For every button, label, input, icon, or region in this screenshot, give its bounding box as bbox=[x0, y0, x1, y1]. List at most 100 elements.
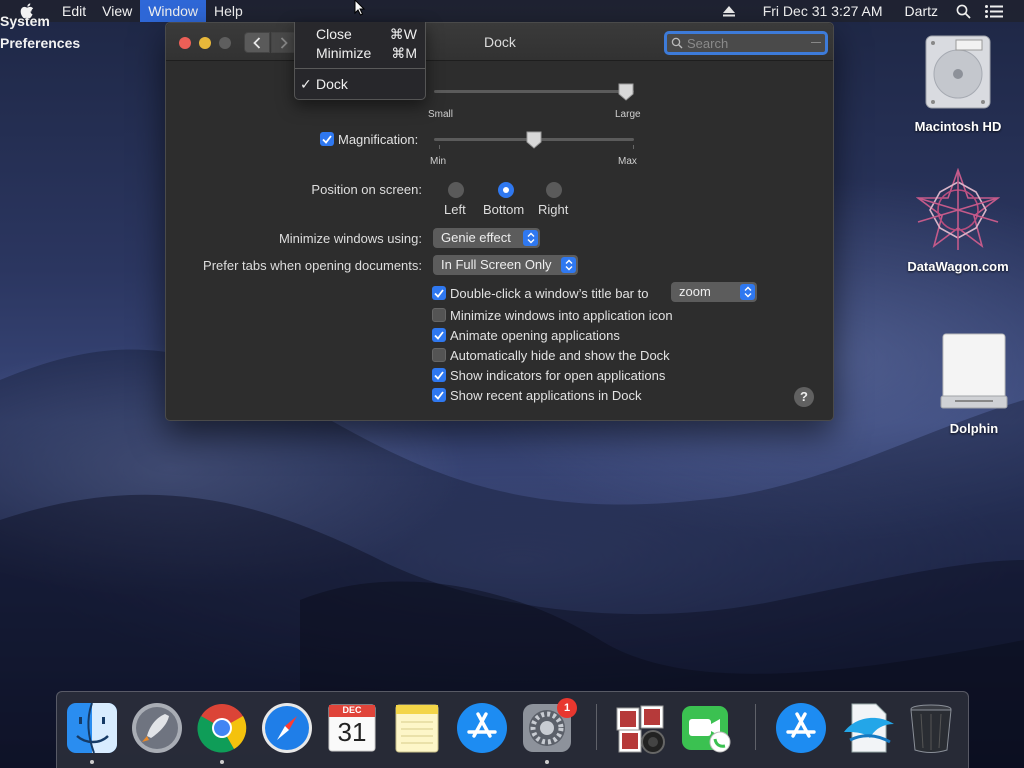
size-min-label: Small bbox=[428, 109, 454, 120]
minimize-into-icon-checkbox[interactable] bbox=[432, 308, 446, 322]
dock: DEC 31 1 bbox=[56, 691, 969, 768]
calendar-day: 31 bbox=[337, 717, 367, 747]
size-slider-track[interactable] bbox=[434, 90, 634, 93]
menu-view[interactable]: View bbox=[94, 0, 140, 22]
datawagon-star-icon bbox=[915, 167, 1001, 250]
show-recent-apps-label: Show recent applications in Dock bbox=[450, 388, 642, 403]
menu-item-dock[interactable]: ✓ Dock bbox=[295, 75, 425, 94]
show-indicators-checkbox[interactable] bbox=[432, 368, 446, 382]
chevron-right-icon bbox=[280, 36, 288, 49]
dock-trash[interactable] bbox=[905, 702, 957, 754]
checkmark-icon bbox=[434, 288, 444, 298]
facetime-icon bbox=[682, 706, 731, 753]
slider-tick bbox=[439, 145, 440, 149]
search-field[interactable] bbox=[664, 31, 828, 55]
autohide-dock-checkbox[interactable] bbox=[432, 348, 446, 362]
help-button[interactable]: ? bbox=[794, 387, 814, 407]
menu-item-minimize[interactable]: Minimize ⌘M bbox=[295, 44, 425, 63]
dock-launchpad[interactable] bbox=[131, 702, 183, 754]
calendar-month: DEC bbox=[342, 705, 362, 715]
menu-item-close-shortcut: ⌘W bbox=[389, 26, 417, 42]
magnification-max-label: Max bbox=[618, 156, 637, 167]
notification-center-icon[interactable] bbox=[978, 4, 1010, 18]
double-click-label: Double-click a window’s title bar to bbox=[450, 286, 649, 301]
external-drive-icon bbox=[940, 333, 1008, 409]
position-left-label: Left bbox=[444, 202, 466, 217]
desktop-icon-datawagon[interactable]: DataWagon.com bbox=[898, 167, 1018, 274]
slider-tick bbox=[633, 145, 634, 149]
menu-item-close[interactable]: Close ⌘W bbox=[295, 25, 425, 44]
menu-help[interactable]: Help bbox=[206, 0, 251, 22]
dock-system-preferences[interactable]: 1 bbox=[521, 698, 577, 764]
minimize-into-icon-label: Minimize windows into application icon bbox=[450, 308, 673, 323]
double-click-checkbox[interactable] bbox=[432, 286, 446, 300]
menubar-user[interactable]: Dartz bbox=[898, 0, 945, 22]
close-window-button[interactable] bbox=[179, 37, 191, 49]
menubar-clock[interactable]: Fri Dec 31 3:27 AM bbox=[756, 0, 890, 22]
desktop-icon-macintosh-hd[interactable]: Macintosh HD bbox=[898, 32, 1018, 134]
position-right-label: Right bbox=[538, 202, 569, 217]
dock-chrome[interactable] bbox=[196, 702, 248, 764]
size-max-label: Large bbox=[615, 109, 641, 120]
dock-preferences-window: Dock Small Large Magnification: Min Max … bbox=[165, 22, 834, 421]
menu-system-preferences[interactable]: System Preferences bbox=[0, 10, 80, 51]
double-click-action-value: zoom bbox=[679, 284, 711, 299]
magnification-slider-thumb[interactable] bbox=[526, 131, 542, 149]
dock-finder[interactable] bbox=[66, 702, 118, 764]
magnification-label: Magnification: bbox=[338, 132, 419, 147]
minimize-effect-value: Genie effect bbox=[441, 230, 511, 245]
size-slider-thumb[interactable] bbox=[618, 83, 634, 101]
menu-edit[interactable]: Edit bbox=[54, 0, 94, 22]
running-indicator bbox=[220, 760, 224, 764]
chevron-left-icon bbox=[253, 36, 261, 49]
app-store-icon bbox=[776, 703, 826, 753]
search-input[interactable] bbox=[687, 35, 805, 51]
chrome-icon bbox=[197, 704, 247, 753]
menu-item-dock-label: Dock bbox=[316, 76, 348, 92]
position-bottom-label: Bottom bbox=[483, 202, 525, 217]
menu-item-minimize-shortcut: ⌘M bbox=[391, 45, 417, 61]
search-clear-icon[interactable] bbox=[811, 42, 821, 43]
desktop-icon-label: Dolphin bbox=[949, 421, 999, 436]
updown-chevron-icon bbox=[523, 230, 538, 246]
dock-calendar[interactable]: DEC 31 bbox=[326, 702, 378, 754]
dock-notes[interactable] bbox=[391, 702, 443, 754]
checkmark-icon bbox=[322, 134, 332, 144]
dock-app-store[interactable] bbox=[456, 702, 508, 754]
prefer-tabs-label: Prefer tabs when opening documents: bbox=[203, 258, 422, 273]
zoom-window-button[interactable] bbox=[219, 37, 231, 49]
position-right-radio[interactable] bbox=[546, 182, 562, 198]
dock-safari[interactable] bbox=[261, 702, 313, 754]
dock-facetime[interactable] bbox=[680, 702, 732, 754]
animate-opening-checkbox[interactable] bbox=[432, 328, 446, 342]
back-button[interactable] bbox=[244, 32, 270, 53]
menu-bar: System Preferences Edit View Window Help… bbox=[0, 0, 1024, 51]
dock-separator bbox=[596, 704, 597, 750]
dock-dolphin[interactable] bbox=[840, 702, 894, 754]
window-title: Dock bbox=[484, 34, 516, 50]
menu-separator bbox=[295, 68, 425, 69]
position-left-radio[interactable] bbox=[448, 182, 464, 198]
minimize-window-button[interactable] bbox=[199, 37, 211, 49]
updown-chevron-icon bbox=[561, 257, 576, 273]
prefer-tabs-popup[interactable]: In Full Screen Only bbox=[433, 255, 578, 275]
minimize-effect-popup[interactable]: Genie effect bbox=[433, 228, 540, 248]
desktop-icon-dolphin[interactable]: Dolphin bbox=[914, 330, 1024, 436]
spotlight-search-icon[interactable] bbox=[949, 4, 978, 19]
window-titlebar[interactable]: Dock bbox=[166, 23, 833, 61]
hard-drive-icon bbox=[925, 35, 991, 109]
magnification-checkbox[interactable] bbox=[320, 132, 334, 146]
dock-app-store-recent[interactable] bbox=[775, 702, 827, 754]
position-bottom-radio[interactable] bbox=[498, 182, 514, 198]
double-click-action-popup[interactable]: zoom bbox=[671, 282, 757, 302]
animate-opening-label: Animate opening applications bbox=[450, 328, 620, 343]
dock-photo-booth[interactable] bbox=[615, 702, 667, 754]
prefer-tabs-value: In Full Screen Only bbox=[441, 257, 552, 272]
eject-icon[interactable] bbox=[716, 5, 742, 17]
checkmark-icon bbox=[434, 390, 444, 400]
menu-window[interactable]: Window bbox=[140, 0, 207, 22]
show-recent-apps-checkbox[interactable] bbox=[432, 388, 446, 402]
show-indicators-label: Show indicators for open applications bbox=[450, 368, 666, 383]
checkmark-icon bbox=[434, 370, 444, 380]
mouse-cursor-icon bbox=[354, 0, 366, 16]
